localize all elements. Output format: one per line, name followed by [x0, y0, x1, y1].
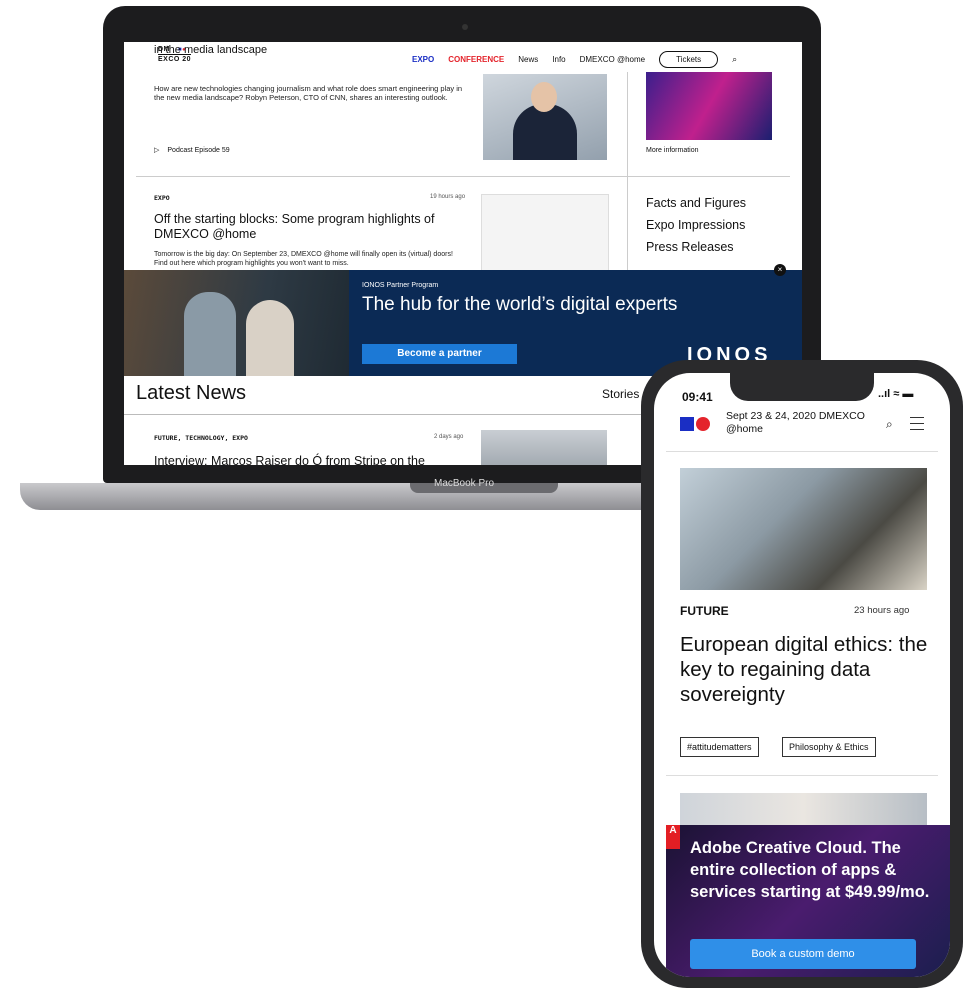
- tickets-button[interactable]: Tickets: [659, 51, 719, 68]
- chip-philosophy-ethics[interactable]: Philosophy & Ethics: [782, 737, 876, 757]
- article2-title[interactable]: Off the starting blocks: Some program hi…: [154, 212, 464, 242]
- event-header: Sept 23 & 24, 2020 DMEXCO @home: [726, 410, 865, 435]
- sidebar-link-facts[interactable]: Facts and Figures: [646, 192, 746, 214]
- article1-title[interactable]: in the media landscape: [154, 44, 267, 56]
- article3-tags[interactable]: FUTURE, TECHNOLOGY, EXPO: [154, 434, 248, 442]
- ad-headline: Adobe Creative Cloud. The entire collect…: [690, 839, 930, 901]
- article1-text: How are new technologies changing journa…: [154, 84, 463, 102]
- dmexco-logo-icon[interactable]: [680, 417, 710, 431]
- hamburger-menu-icon[interactable]: [910, 417, 924, 435]
- nav-link-news[interactable]: News: [518, 55, 538, 64]
- divider: [136, 176, 790, 177]
- nav-link-conference[interactable]: CONFERENCE: [448, 55, 504, 64]
- logo-square: [680, 417, 694, 431]
- banner-title: The hub for the world’s digital experts: [362, 294, 678, 315]
- book-demo-button[interactable]: Book a custom demo: [690, 939, 916, 969]
- latest-news-heading: Latest News: [136, 382, 247, 404]
- adobe-logo-icon: A: [666, 825, 680, 849]
- article3-image[interactable]: [481, 430, 607, 465]
- laptop-base: [20, 483, 670, 510]
- article3-title[interactable]: Interview: Marcos Raiser do Ó from Strip…: [154, 454, 425, 465]
- stories-tab[interactable]: Stories: [602, 387, 639, 401]
- divider: [666, 451, 938, 452]
- article-time: 23 hours ago: [854, 605, 910, 616]
- podcast-label: Podcast Episode 59: [167, 146, 230, 154]
- macbook-label: MacBook Pro: [433, 478, 495, 489]
- person-head: [531, 82, 557, 112]
- search-icon[interactable]: ⌕: [732, 54, 737, 65]
- nav-link-dmexco-home[interactable]: DMEXCO @home: [580, 55, 645, 64]
- sidebar-link-press-releases[interactable]: Press Releases: [646, 236, 746, 258]
- article2-image[interactable]: [481, 194, 609, 276]
- status-icons: ..ıl ≈ ▬: [878, 388, 914, 400]
- article2-text: Tomorrow is the big day: On September 23…: [154, 251, 453, 267]
- sidebar-links: Facts and Figures Expo Impressions Press…: [646, 192, 746, 258]
- phone-notch: [730, 373, 874, 401]
- adobe-ad-banner[interactable]: A Adobe Creative Cloud. The entire colle…: [666, 825, 950, 977]
- sidebar-promo-image[interactable]: [646, 72, 772, 140]
- article3-time: 2 days ago: [434, 434, 464, 440]
- article2-time: 19 hours ago: [430, 194, 466, 200]
- chip-attitudematters[interactable]: #attitudematters: [680, 737, 759, 757]
- article1-image[interactable]: [483, 74, 607, 160]
- article2-tag[interactable]: EXPO: [154, 194, 170, 202]
- podcast-link[interactable]: ▷ Podcast Episode 59: [154, 146, 230, 155]
- banner-person: [246, 300, 294, 376]
- phone-screen: 09:41 ..ıl ≈ ▬ Sept 23 & 24, 2020 DMEXCO…: [654, 373, 950, 977]
- divider: [666, 775, 938, 776]
- status-time: 09:41: [682, 390, 713, 404]
- person-suit: [513, 104, 577, 160]
- become-partner-button[interactable]: Become a partner: [362, 344, 517, 364]
- more-information-link[interactable]: More information: [646, 147, 699, 154]
- article-tag[interactable]: FUTURE: [680, 604, 729, 618]
- article-title[interactable]: European digital ethics: the key to rega…: [680, 632, 930, 707]
- banner-person: [184, 292, 236, 376]
- nav-links: EXPO CONFERENCE News Info DMEXCO @home T…: [412, 51, 737, 68]
- camera-icon: [462, 24, 468, 30]
- search-icon[interactable]: ⌕: [886, 417, 893, 432]
- nav-link-info[interactable]: Info: [552, 55, 565, 64]
- banner-photo: [124, 270, 349, 376]
- logo-circle: [696, 417, 710, 431]
- article-image[interactable]: [680, 468, 927, 590]
- nav-link-expo[interactable]: EXPO: [412, 55, 434, 64]
- close-icon[interactable]: ×: [774, 264, 786, 276]
- play-icon[interactable]: ▷: [154, 146, 159, 154]
- sidebar-link-expo-impressions[interactable]: Expo Impressions: [646, 214, 746, 236]
- banner-subtitle: IONOS Partner Program: [362, 282, 439, 289]
